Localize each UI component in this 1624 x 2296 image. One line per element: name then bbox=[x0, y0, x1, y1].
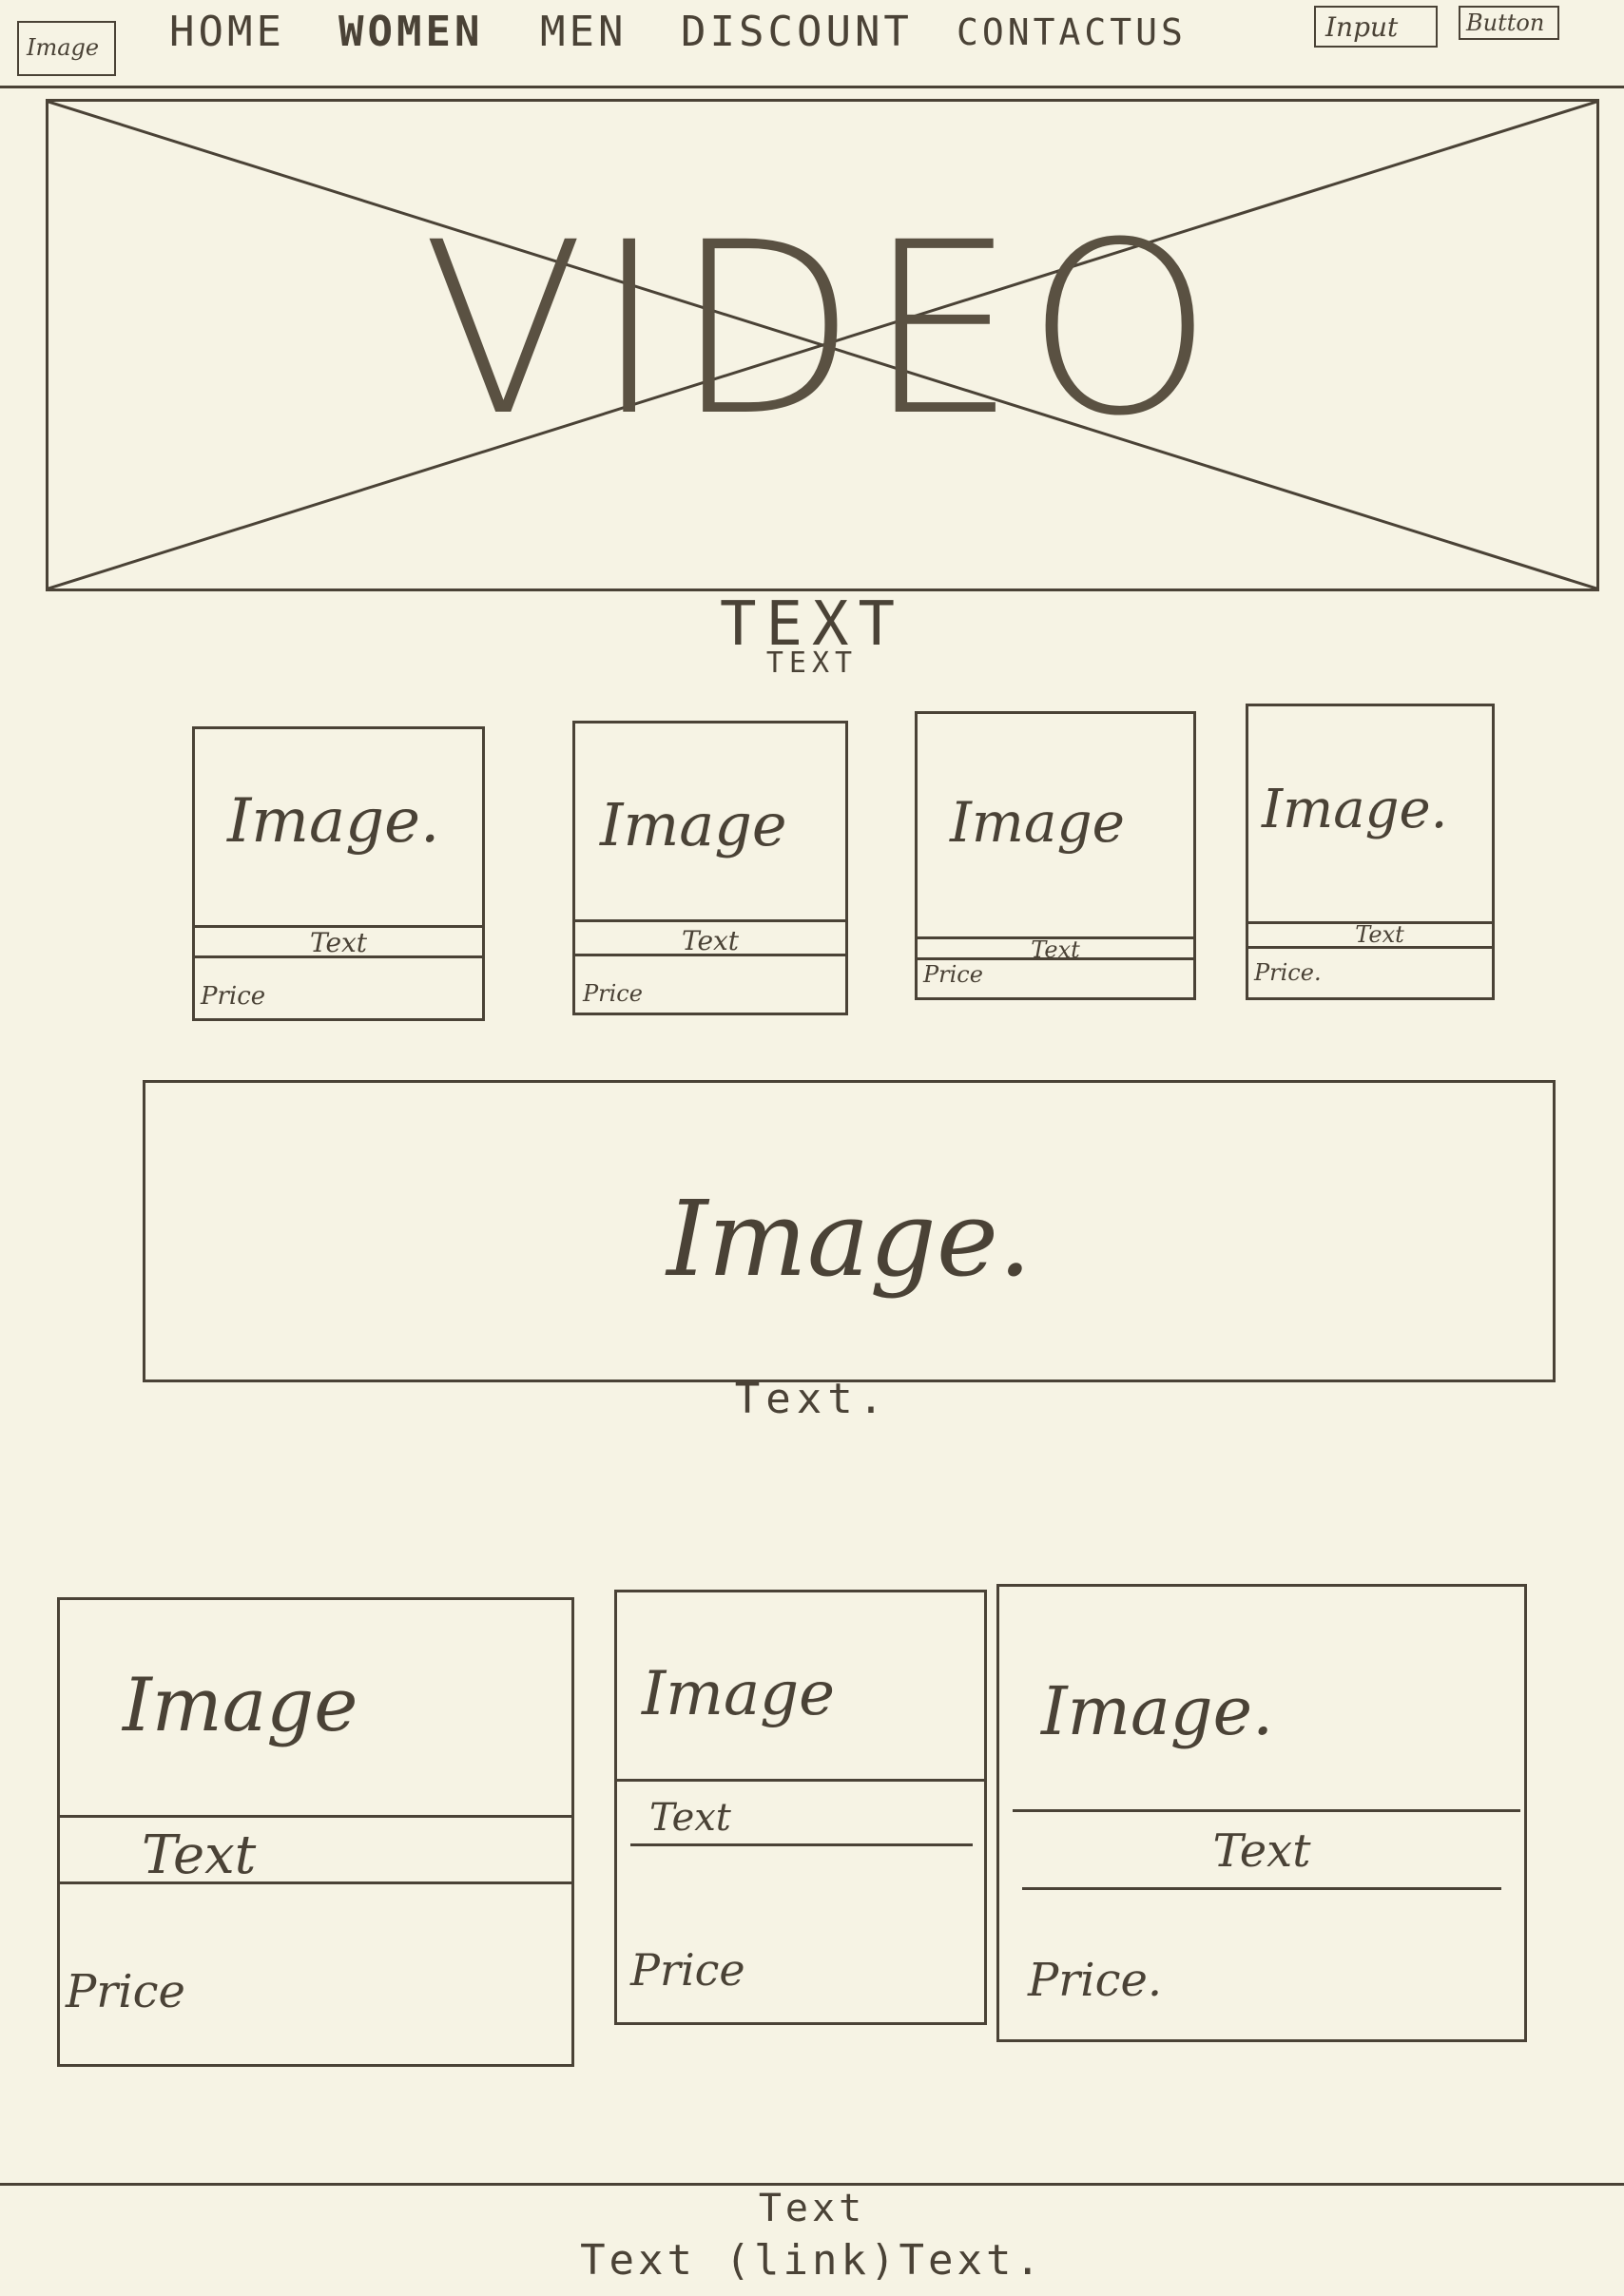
product-image: Image. bbox=[1262, 779, 1448, 840]
banner-image[interactable]: Image. bbox=[143, 1080, 1556, 1382]
product-text: Text bbox=[681, 925, 740, 956]
product-text: Text bbox=[142, 1824, 257, 1886]
product-card[interactable]: Image Text Price bbox=[572, 721, 848, 1015]
product-image: Image bbox=[950, 790, 1125, 855]
divider bbox=[1022, 1887, 1501, 1890]
footer-links-line: Text (link)Text. bbox=[0, 2236, 1624, 2285]
divider bbox=[1248, 946, 1492, 949]
divider bbox=[60, 1881, 571, 1884]
banner-image-label: Image. bbox=[667, 1178, 1032, 1300]
product-text: Text bbox=[649, 1796, 731, 1840]
search-input[interactable]: Input bbox=[1314, 6, 1438, 48]
product-price: Price bbox=[630, 1944, 745, 1996]
footer-divider bbox=[0, 2183, 1624, 2186]
product-price: Price bbox=[583, 980, 643, 1007]
product-card[interactable]: Image Text Price bbox=[915, 711, 1196, 1000]
product-image: Image bbox=[123, 1663, 358, 1748]
product-image: Image bbox=[642, 1659, 835, 1729]
button-label: Button bbox=[1466, 10, 1545, 36]
product-price: Price bbox=[66, 1965, 185, 2018]
divider bbox=[617, 1779, 984, 1782]
product-text: Text bbox=[309, 927, 368, 958]
nav-home[interactable]: HOME bbox=[169, 8, 285, 56]
header-divider bbox=[0, 86, 1624, 88]
product-card[interactable]: Image. Text Price bbox=[192, 726, 485, 1021]
product-price: Price bbox=[923, 961, 983, 988]
product-price: Price bbox=[201, 982, 266, 1011]
footer-text-prefix: Text bbox=[580, 2236, 697, 2285]
header-bar: Image HOME WOMEN MEN DISCOUNT CONTACTUS … bbox=[0, 0, 1624, 86]
nav-discount[interactable]: DISCOUNT bbox=[681, 8, 913, 56]
product-card[interactable]: Image. Text Price. bbox=[1246, 704, 1495, 1000]
divider bbox=[918, 957, 1193, 960]
footer-link[interactable]: (link) bbox=[725, 2236, 899, 2285]
footer-text-suffix: Text. bbox=[899, 2236, 1044, 2285]
product-card[interactable]: Image. Text Price. bbox=[996, 1584, 1527, 2042]
product-text: Text bbox=[1212, 1824, 1311, 1878]
product-price: Price. bbox=[1028, 1954, 1163, 2007]
footer-text: Text bbox=[758, 2187, 866, 2230]
nav-women[interactable]: WOMEN bbox=[338, 8, 483, 56]
header-button[interactable]: Button bbox=[1459, 6, 1559, 40]
divider bbox=[60, 1815, 571, 1818]
product-image: Image. bbox=[227, 786, 440, 857]
divider bbox=[575, 919, 845, 922]
product-card[interactable]: Image Text Price bbox=[614, 1590, 987, 2025]
nav-contactus[interactable]: CONTACTUS bbox=[957, 11, 1187, 53]
divider bbox=[1013, 1809, 1520, 1812]
divider bbox=[575, 954, 845, 956]
product-image: Image. bbox=[1041, 1672, 1274, 1750]
product-text: Text bbox=[1355, 921, 1404, 948]
logo-image[interactable]: Image bbox=[17, 21, 116, 76]
divider bbox=[630, 1843, 973, 1846]
product-price: Price. bbox=[1254, 959, 1322, 986]
banner-caption: Text. bbox=[734, 1375, 890, 1423]
video-label: VIDEO bbox=[422, 191, 1223, 468]
product-image: Image bbox=[600, 790, 787, 859]
input-label: Input bbox=[1325, 11, 1399, 43]
hero-video[interactable]: VIDEO bbox=[46, 99, 1599, 591]
hero-subtitle: TEXT bbox=[765, 646, 859, 680]
product-card[interactable]: Image Text Price bbox=[57, 1597, 574, 2067]
logo-label: Image bbox=[27, 34, 100, 61]
divider bbox=[195, 955, 482, 958]
nav-men[interactable]: MEN bbox=[540, 8, 627, 56]
